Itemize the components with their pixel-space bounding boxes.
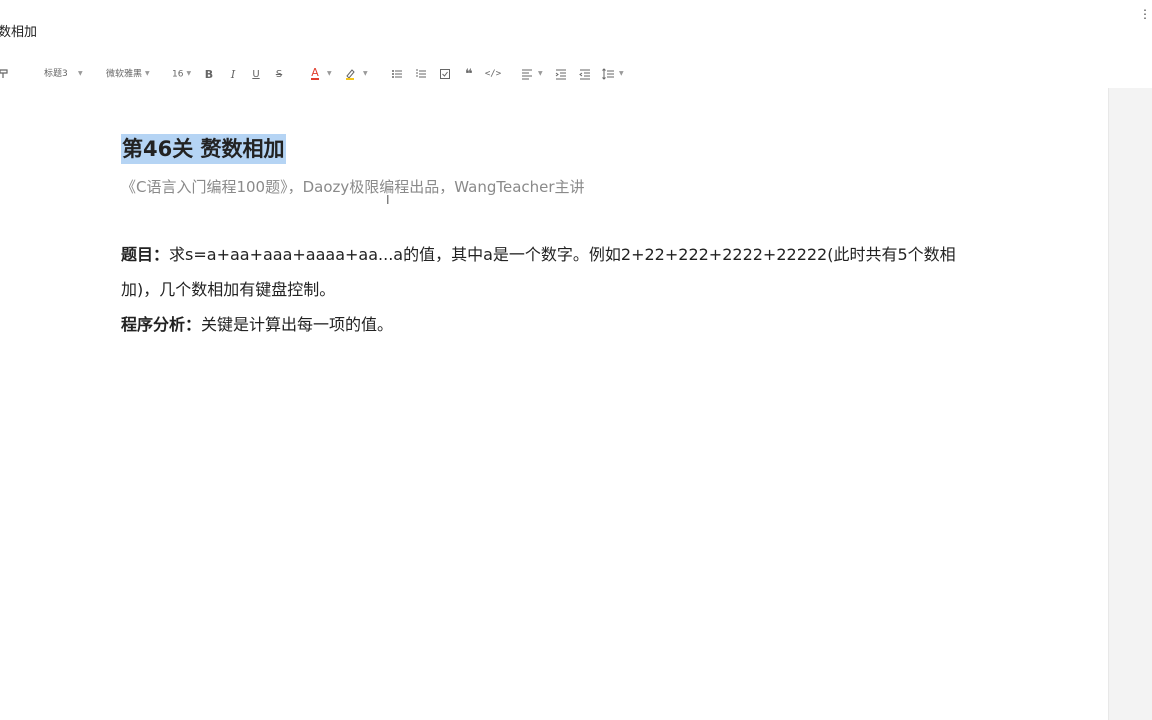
text-cursor-icon: I [386, 193, 390, 207]
chevron-down-icon[interactable]: ▼ [78, 62, 83, 86]
chevron-down-icon[interactable]: ▼ [619, 62, 624, 86]
problem-text-line1: 求s=a+aa+aaa+aaaa+aa...a的值，其中a是一个数字。例如2+2… [169, 245, 956, 264]
chevron-down-icon[interactable]: ▼ [327, 62, 332, 86]
underline-icon[interactable]: U [248, 66, 264, 82]
scrollbar-gutter[interactable] [1108, 88, 1152, 720]
subtitle-text[interactable]: 《C语言入门编程100题》，Daozy极限编程出品，WangTeacher主讲 [121, 176, 585, 198]
chevron-down-icon[interactable]: ▼ [363, 62, 368, 86]
italic-icon[interactable]: I [225, 66, 241, 82]
analysis-paragraph[interactable]: 程序分析：关键是计算出每一项的值。 [121, 307, 991, 342]
indent-icon[interactable] [553, 66, 569, 82]
highlight-icon[interactable] [342, 66, 358, 82]
heading-style-value: 标题3 [44, 69, 68, 79]
align-left-icon[interactable] [519, 66, 535, 82]
problem-label: 题目： [121, 245, 170, 264]
bold-icon[interactable]: B [201, 66, 217, 82]
heading-style-select[interactable]: 标题3 [44, 62, 68, 86]
chevron-down-icon: ▼ [186, 70, 192, 77]
page-heading[interactable]: 第46关 赘数相加 [121, 134, 286, 164]
font-color-icon[interactable]: A [307, 66, 323, 82]
problem-paragraph[interactable]: 题目：求s=a+aa+aaa+aaaa+aa...a的值，其中a是一个数字。例如… [121, 237, 991, 307]
line-height-icon[interactable] [600, 66, 616, 82]
code-icon[interactable]: </> [485, 66, 501, 82]
format-painter-icon[interactable] [0, 66, 12, 82]
font-size-select[interactable]: 16 ▼ [172, 62, 191, 86]
ordered-list-icon[interactable] [413, 66, 429, 82]
quote-icon[interactable]: ❝ [461, 66, 477, 82]
outdent-icon[interactable] [577, 66, 593, 82]
strikethrough-icon[interactable]: S [271, 66, 287, 82]
chevron-down-icon: ▼ [145, 70, 150, 77]
document-title[interactable]: 数相加 [0, 21, 37, 40]
font-family-value: 微软雅黑 [106, 69, 143, 80]
chevron-down-icon[interactable]: ▼ [538, 62, 543, 86]
task-list-icon[interactable] [437, 66, 453, 82]
font-size-value: 16 [172, 69, 184, 80]
problem-text-line2: 加)，几个数相加有键盘控制。 [121, 280, 336, 299]
font-family-select[interactable]: 微软雅黑 ▼ [106, 62, 150, 86]
editor-toolbar: 标题3 ▼ 微软雅黑 ▼ 16 ▼ B I U S A ▼ ▼ ❝ </> ▼ ▼ [0, 62, 1152, 86]
bullet-list-icon[interactable] [389, 66, 405, 82]
more-vertical-icon[interactable]: ⋮ [1138, 6, 1152, 22]
title-bar: 数相加 ⋮ [0, 0, 1152, 60]
analysis-text: 关键是计算出每一项的值。 [201, 315, 394, 334]
analysis-label: 程序分析： [121, 315, 202, 334]
